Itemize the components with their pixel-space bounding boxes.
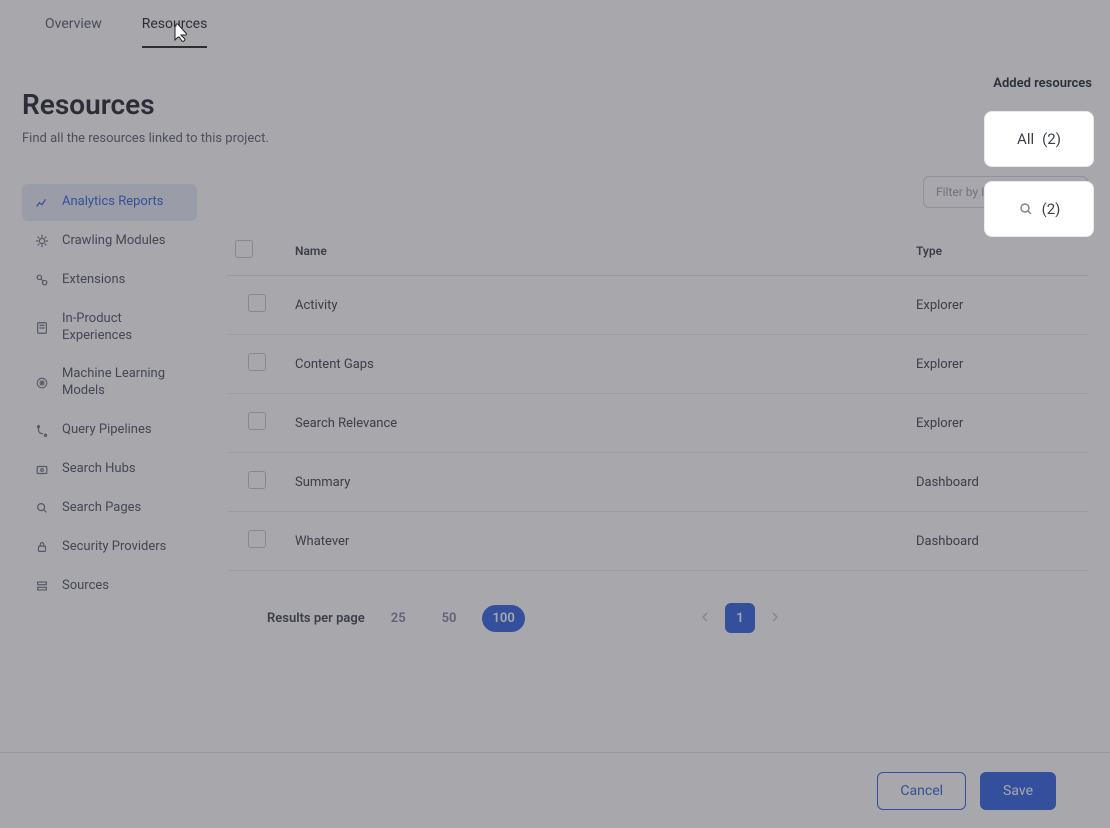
sidebar-item-extensions[interactable]: Extensions — [22, 262, 197, 299]
cell-type: Dashboard — [908, 512, 1088, 571]
per-page-25[interactable]: 25 — [381, 605, 416, 632]
footer-bar: Cancel Save — [0, 752, 1110, 828]
added-resources-panel: Added resources All (2) (2) — [984, 76, 1094, 251]
sidebar-item-sources[interactable]: Sources — [22, 568, 197, 605]
table-row[interactable]: Whatever Dashboard — [227, 512, 1088, 571]
row-checkbox[interactable] — [248, 412, 266, 430]
added-card-search[interactable]: (2) — [984, 181, 1094, 237]
hub-icon — [34, 462, 50, 478]
tab-overview[interactable]: Overview — [45, 10, 102, 48]
column-header-name[interactable]: Name — [287, 226, 908, 276]
doc-icon — [34, 320, 50, 336]
sidebar-item-label: Search Pages — [62, 500, 141, 517]
cancel-button[interactable]: Cancel — [877, 772, 966, 810]
cell-name: Summary — [287, 453, 908, 512]
table-row[interactable]: Summary Dashboard — [227, 453, 1088, 512]
ml-icon — [34, 375, 50, 391]
sidebar-item-label: Sources — [62, 578, 109, 595]
page-subtitle: Find all the resources linked to this pr… — [22, 131, 269, 146]
added-resources-title: Added resources — [984, 76, 1094, 91]
crawl-icon — [34, 233, 50, 249]
per-page-50[interactable]: 50 — [432, 605, 467, 632]
pager-page-1[interactable]: 1 — [725, 603, 755, 633]
search-icon — [34, 500, 50, 516]
extensions-icon — [34, 272, 50, 288]
added-card-count: (2) — [1042, 130, 1061, 148]
page-title: Resources — [22, 88, 269, 121]
pipeline-icon — [34, 423, 50, 439]
sidebar-item-label: Analytics Reports — [62, 194, 164, 211]
table-row[interactable]: Activity Explorer — [227, 276, 1088, 335]
search-icon — [1018, 201, 1034, 217]
sidebar-item-in-product-experiences[interactable]: In-Product Experiences — [22, 301, 197, 355]
select-all-checkbox[interactable] — [235, 240, 253, 258]
cell-name: Search Relevance — [287, 394, 908, 453]
sidebar-item-label: Security Providers — [62, 539, 166, 556]
sidebar-item-security-providers[interactable]: Security Providers — [22, 529, 197, 566]
sidebar-item-ml-models[interactable]: Machine Learning Models — [22, 356, 197, 410]
row-checkbox[interactable] — [248, 294, 266, 312]
save-button[interactable]: Save — [980, 772, 1056, 810]
per-page-100[interactable]: 100 — [482, 605, 524, 632]
row-checkbox[interactable] — [248, 353, 266, 371]
sidebar-item-label: Crawling Modules — [62, 233, 166, 250]
lock-icon — [34, 539, 50, 555]
column-header-checkbox — [227, 226, 287, 276]
cell-type: Dashboard — [908, 453, 1088, 512]
tabs-bar: Overview Resources — [0, 0, 1110, 48]
pager-label: Results per page — [267, 611, 365, 626]
added-card-count: (2) — [1042, 200, 1061, 218]
cell-name: Content Gaps — [287, 335, 908, 394]
cell-name: Whatever — [287, 512, 908, 571]
resources-table: Name Type Activity Explorer Content Gaps… — [227, 226, 1088, 571]
sidebar-item-search-hubs[interactable]: Search Hubs — [22, 451, 197, 488]
chart-line-icon — [34, 194, 50, 210]
sidebar-item-label: Machine Learning Models — [62, 366, 185, 400]
sources-icon — [34, 578, 50, 594]
sidebar-item-label: Extensions — [62, 272, 125, 289]
sidebar-item-query-pipelines[interactable]: Query Pipelines — [22, 412, 197, 449]
row-checkbox[interactable] — [248, 471, 266, 489]
table-row[interactable]: Content Gaps Explorer — [227, 335, 1088, 394]
cell-type: Explorer — [908, 276, 1088, 335]
added-card-label: All — [1017, 130, 1034, 148]
row-checkbox[interactable] — [248, 530, 266, 548]
tab-resources[interactable]: Resources — [142, 10, 208, 48]
sidebar-item-label: Query Pipelines — [62, 422, 152, 439]
cell-type: Explorer — [908, 335, 1088, 394]
sidebar-item-analytics-reports[interactable]: Analytics Reports — [22, 184, 197, 221]
pager: Results per page 25 50 100 1 — [227, 571, 787, 633]
cell-name: Activity — [287, 276, 908, 335]
sidebar-item-label: In-Product Experiences — [62, 311, 185, 345]
table-row[interactable]: Search Relevance Explorer — [227, 394, 1088, 453]
pager-prev[interactable] — [693, 607, 717, 629]
resource-type-sidebar: Analytics Reports Crawling Modules Exten… — [22, 184, 197, 605]
cell-type: Explorer — [908, 394, 1088, 453]
pager-next[interactable] — [763, 607, 787, 629]
sidebar-item-search-pages[interactable]: Search Pages — [22, 490, 197, 527]
sidebar-item-label: Search Hubs — [62, 461, 136, 478]
sidebar-item-crawling-modules[interactable]: Crawling Modules — [22, 223, 197, 260]
added-card-all[interactable]: All (2) — [984, 111, 1094, 167]
